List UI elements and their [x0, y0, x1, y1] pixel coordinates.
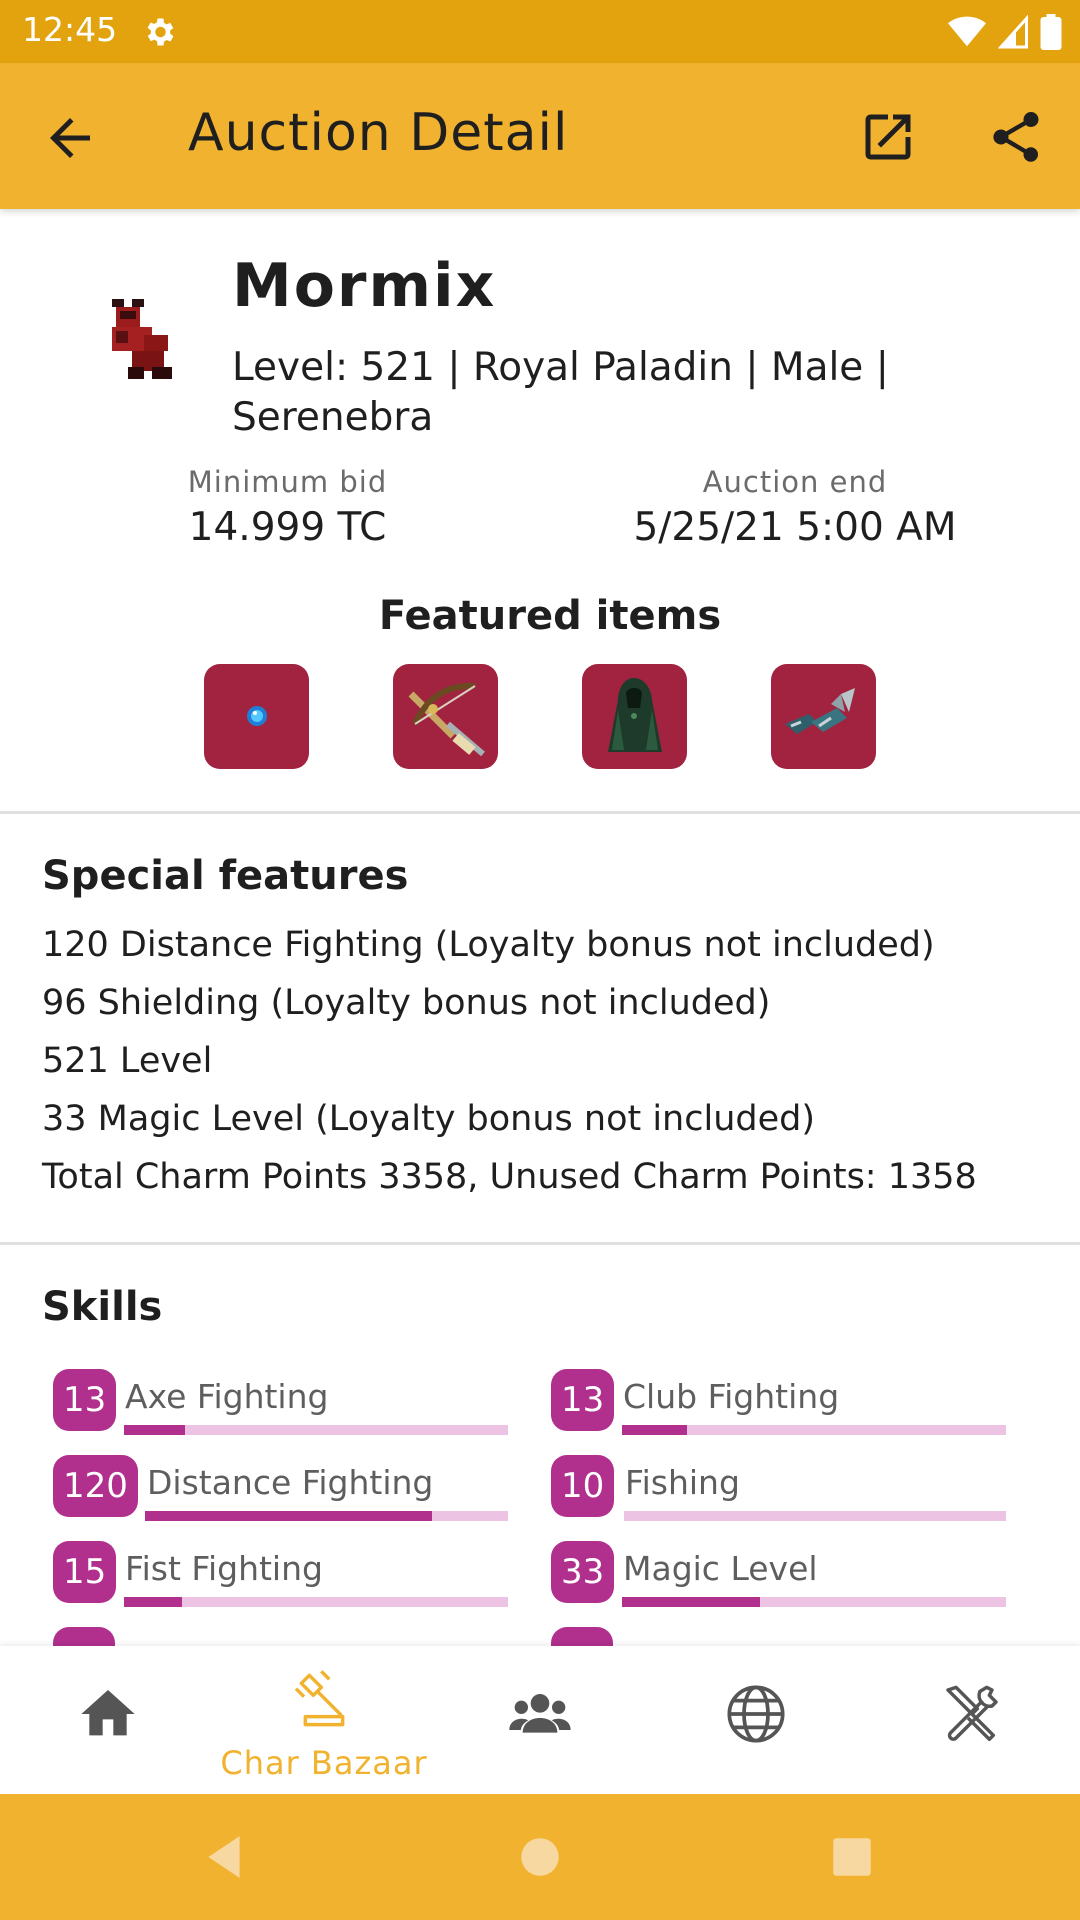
- skill-progress-fill: [124, 1425, 186, 1435]
- status-time: 12:45: [22, 10, 118, 49]
- special-feature-line: 33 Magic Level (Loyalty bonus not includ…: [42, 1099, 816, 1139]
- nav-label-char-bazaar: Char Bazaar: [220, 1744, 428, 1782]
- skill-level-badge: 13: [53, 1369, 117, 1431]
- skill-fishing: 10 Fishing: [551, 1455, 1006, 1525]
- share-icon[interactable]: [986, 107, 1046, 167]
- gear-icon: [147, 18, 174, 46]
- skill-partial-row: [53, 1627, 508, 1646]
- system-back-icon[interactable]: [200, 1832, 250, 1882]
- robe-icon: [608, 678, 662, 752]
- crossbow-icon: [408, 682, 485, 757]
- blue-gem-icon: [247, 706, 267, 726]
- skill-progress-track: [124, 1425, 508, 1435]
- min-bid-value: 14.999 TC: [188, 505, 387, 550]
- divider: [0, 811, 1080, 814]
- featured-items-title: Featured items: [378, 593, 722, 639]
- back-arrow-icon[interactable]: [40, 108, 100, 168]
- skill-level-badge: 10: [551, 1455, 615, 1517]
- globe-icon: [727, 1685, 785, 1743]
- character-avatar: [112, 299, 172, 379]
- skill-progress-track: [124, 1597, 508, 1607]
- app-bar: Auction Detail: [0, 63, 1080, 209]
- skill-distance-fighting: 120 Distance Fighting: [53, 1455, 508, 1525]
- special-features-title: Special features: [42, 853, 409, 899]
- system-home-icon[interactable]: [515, 1832, 565, 1882]
- skill-name: Distance Fighting: [147, 1463, 434, 1502]
- battery-icon: [1040, 14, 1062, 50]
- group-icon: [509, 1694, 571, 1733]
- skills-title: Skills: [42, 1284, 163, 1330]
- status-icons: [948, 12, 1062, 52]
- nav-item-community[interactable]: [432, 1646, 648, 1794]
- special-feature-line: 96 Shielding (Loyalty bonus not included…: [42, 983, 771, 1023]
- gavel-icon: [294, 1670, 345, 1727]
- page-title: Auction Detail: [188, 103, 569, 163]
- featured-item-crossbow[interactable]: [393, 664, 498, 769]
- skill-progress-track: [622, 1425, 1006, 1435]
- skill-name: Fist Fighting: [125, 1549, 323, 1588]
- skill-progress-fill: [622, 1425, 688, 1435]
- skill-level-badge: 15: [53, 1541, 117, 1603]
- featured-item-blue-gem[interactable]: [204, 664, 309, 769]
- special-feature-line: Total Charm Points 3358, Unused Charm Po…: [42, 1157, 977, 1197]
- nav-item-worlds[interactable]: [648, 1646, 864, 1794]
- skill-name: Magic Level: [623, 1549, 818, 1588]
- nav-item-char-bazaar[interactable]: Char Bazaar: [216, 1646, 432, 1794]
- skill-name: Fishing: [625, 1463, 740, 1502]
- special-feature-line: 521 Level: [42, 1041, 213, 1081]
- nav-item-home[interactable]: [0, 1646, 216, 1794]
- boots-icon: [785, 688, 855, 734]
- auction-end-label: Auction end: [702, 465, 888, 499]
- system-navigation-bar: [0, 1794, 1080, 1920]
- skill-progress-fill: [145, 1511, 432, 1521]
- skill-magic-level: 33 Magic Level: [551, 1541, 1006, 1611]
- special-feature-line: 120 Distance Fighting (Loyalty bonus not…: [42, 925, 935, 965]
- skill-level-badge: [551, 1627, 613, 1646]
- nav-item-tools[interactable]: [864, 1646, 1080, 1794]
- skill-progress-track: [622, 1597, 1006, 1607]
- tools-icon: [946, 1685, 998, 1742]
- status-bar: 12:45: [0, 0, 1080, 63]
- skill-level-badge: [53, 1627, 115, 1646]
- skill-level-badge: 120: [53, 1455, 138, 1517]
- skill-progress-fill: [622, 1597, 761, 1607]
- featured-item-robe[interactable]: [582, 664, 687, 769]
- skill-level-badge: 33: [551, 1541, 615, 1603]
- skill-progress-track: [145, 1511, 508, 1521]
- skill-progress-track: [624, 1511, 1006, 1521]
- skill-name: Axe Fighting: [125, 1377, 329, 1416]
- skill-club-fighting: 13 Club Fighting: [551, 1369, 1006, 1439]
- auction-detail-content[interactable]: Mormix Level: 521 | Royal Paladin | Male…: [0, 209, 1080, 1646]
- skill-level-badge: 13: [551, 1369, 615, 1431]
- character-info: Level: 521 | Royal Paladin | Male | Sere…: [232, 345, 889, 440]
- open-external-icon[interactable]: [858, 107, 918, 167]
- bottom-navigation: Char Bazaar: [0, 1646, 1080, 1794]
- skill-fist-fighting: 15 Fist Fighting: [53, 1541, 508, 1611]
- character-name: Mormix: [232, 251, 497, 321]
- skill-progress-fill: [124, 1597, 182, 1607]
- skill-axe-fighting: 13 Axe Fighting: [53, 1369, 508, 1439]
- wifi-icon: [948, 16, 986, 47]
- divider: [0, 1242, 1080, 1245]
- min-bid-label: Minimum bid: [187, 465, 388, 499]
- auction-end-value: 5/25/21 5:00 AM: [633, 505, 957, 550]
- skill-name: Club Fighting: [623, 1377, 840, 1416]
- skill-partial-row: [551, 1627, 1006, 1646]
- system-recents-icon[interactable]: [827, 1832, 877, 1882]
- signal-icon: [998, 15, 1028, 49]
- home-icon: [81, 1690, 135, 1736]
- featured-item-boots[interactable]: [771, 664, 876, 769]
